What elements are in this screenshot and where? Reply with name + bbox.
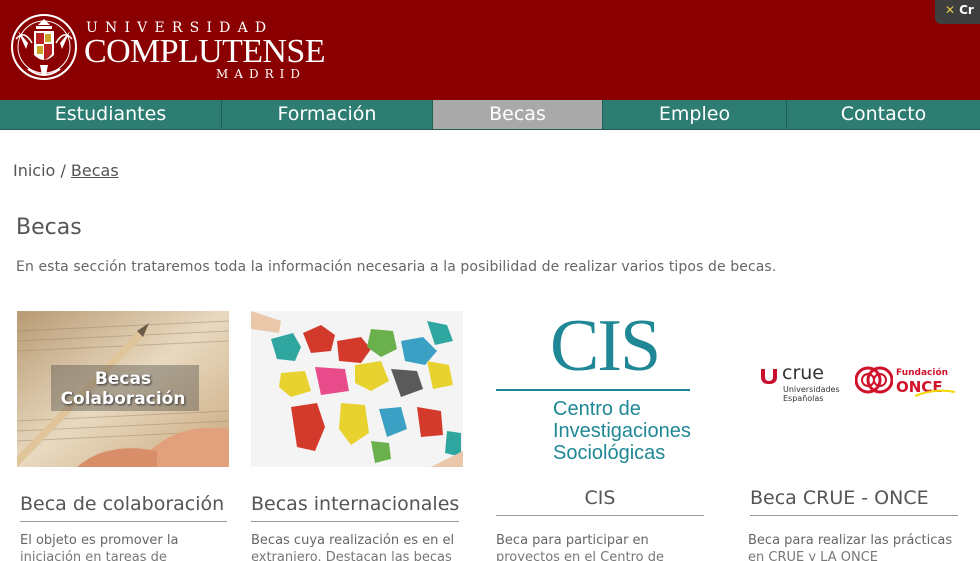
- page-title: Becas: [16, 215, 82, 240]
- crue-subtitle-line: Españolas: [783, 394, 824, 403]
- card-text-line: extranjero. Destacan las becas: [251, 550, 452, 561]
- crue-emblem-icon: [761, 369, 777, 384]
- card-text-line: Beca para participar en: [496, 533, 649, 548]
- cis-logo-rule: [496, 389, 690, 391]
- university-seal-logo[interactable]: [10, 9, 78, 87]
- crue-once-logos[interactable]: crue Universidades Españolas Fundación O…: [755, 311, 955, 467]
- once-swoosh: [915, 389, 955, 397]
- colaboracion-image[interactable]: Becas Colaboración: [17, 311, 229, 467]
- page-intro: En esta sección trataremos toda la infor…: [16, 259, 777, 275]
- cis-logo-line: Sociológicas: [553, 442, 666, 464]
- card-text-line: El objeto es promover la: [20, 533, 179, 548]
- breadcrumb-home[interactable]: Inicio: [13, 161, 55, 180]
- card-text-line: Beca para realizar las prácticas: [748, 533, 953, 548]
- crue-name: crue: [782, 362, 824, 384]
- corner-menu-button[interactable]: ✕ Cr: [935, 0, 980, 24]
- card-title-colaboracion[interactable]: Beca de colaboración: [20, 493, 227, 522]
- site-header: UNIVERSIDAD COMPLUTENSE MADRID ✕ Cr: [0, 0, 980, 100]
- brand-main-text: COMPLUTENSE: [84, 33, 325, 70]
- card-text-line: en CRUE y LA ONCE: [748, 550, 878, 561]
- card-title-cis[interactable]: CIS: [496, 487, 704, 516]
- breadcrumb-separator: /: [60, 161, 66, 180]
- card-title-crue-once[interactable]: Beca CRUE - ONCE: [750, 487, 958, 516]
- world-puzzle-illustration: [251, 311, 463, 467]
- brand-bottom-text: MADRID: [216, 67, 306, 81]
- cis-logo-line: Centro de: [553, 398, 641, 420]
- crue-subtitle-line: Universidades: [783, 385, 840, 394]
- main-nav: Estudiantes Formación Becas Empleo Conta…: [0, 100, 980, 130]
- nav-item-estudiantes[interactable]: Estudiantes: [0, 100, 222, 129]
- nav-item-formacion[interactable]: Formación: [222, 100, 433, 129]
- nav-item-becas[interactable]: Becas: [433, 100, 603, 129]
- colaboracion-image-caption: Becas Colaboración: [17, 369, 229, 409]
- card-text-crue-once: Beca para realizar las prácticas en CRUE…: [748, 532, 960, 561]
- once-logo-icon: [855, 366, 893, 394]
- card-text-colaboracion: El objeto es promover la iniciación en t…: [20, 532, 227, 561]
- cis-logo[interactable]: CIS Centro de Investigaciones Sociológic…: [496, 311, 694, 467]
- cis-logo-line: Investigaciones: [553, 420, 691, 442]
- card-text-line: Becas cuya realización es en el: [251, 533, 455, 548]
- internacionales-image[interactable]: [251, 311, 463, 467]
- once-label-top: Fundación: [896, 368, 949, 378]
- crue-subtitle: Universidades Españolas: [783, 385, 840, 403]
- image-caption-line-1: Becas: [94, 369, 152, 389]
- corner-menu-label: Cr: [959, 3, 974, 17]
- nav-item-contacto[interactable]: Contacto: [787, 100, 980, 129]
- card-text-internacionales: Becas cuya realización es en el extranje…: [251, 532, 459, 561]
- cis-logo-subtitle: Centro de Investigaciones Sociológicas: [553, 398, 691, 464]
- card-title-internacionales[interactable]: Becas internacionales: [251, 493, 459, 522]
- card-text-line: iniciación en tareas de: [20, 550, 167, 561]
- card-text-cis: Beca para participar en proyectos en el …: [496, 532, 704, 561]
- breadcrumb: Inicio / Becas: [13, 161, 119, 180]
- nav-item-empleo[interactable]: Empleo: [603, 100, 787, 129]
- close-icon: ✕: [945, 3, 956, 17]
- breadcrumb-current[interactable]: Becas: [71, 161, 119, 180]
- image-caption-line-2: Colaboración: [60, 389, 186, 409]
- cis-logo-big-text: CIS: [550, 311, 661, 387]
- card-text-line: proyectos en el Centro de: [496, 550, 664, 561]
